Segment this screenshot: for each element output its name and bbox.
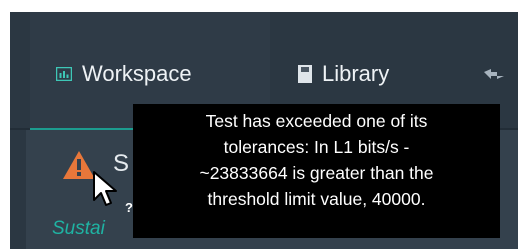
tooltip-line: tolerances: In L1 bits/s - — [223, 137, 410, 157]
tooltip-line: Test has exceeded one of its — [205, 111, 428, 131]
link-icon — [483, 68, 505, 80]
tab-library-label: Library — [322, 61, 390, 86]
chart-icon — [56, 67, 72, 81]
tab-workspace-label: Workspace — [82, 61, 192, 86]
help-cursor-mark: ? — [125, 200, 133, 215]
tolerance-tooltip: Test has exceeded one of its tolerances:… — [133, 104, 500, 238]
test-status-label: Sustai — [52, 218, 105, 239]
tab-workspace[interactable]: Workspace — [56, 56, 192, 92]
book-icon — [298, 65, 312, 83]
tooltip-line: threshold limit value, 40000. — [207, 189, 426, 209]
mouse-pointer-icon — [92, 170, 118, 213]
tab-library[interactable]: Library — [298, 56, 389, 92]
screen: Workspace Library S Sustai ? Test has ex… — [0, 0, 518, 249]
warning-icon[interactable] — [62, 150, 96, 185]
tab-more[interactable] — [483, 56, 505, 92]
tooltip-line: ~23833664 is greater than the — [199, 163, 434, 183]
